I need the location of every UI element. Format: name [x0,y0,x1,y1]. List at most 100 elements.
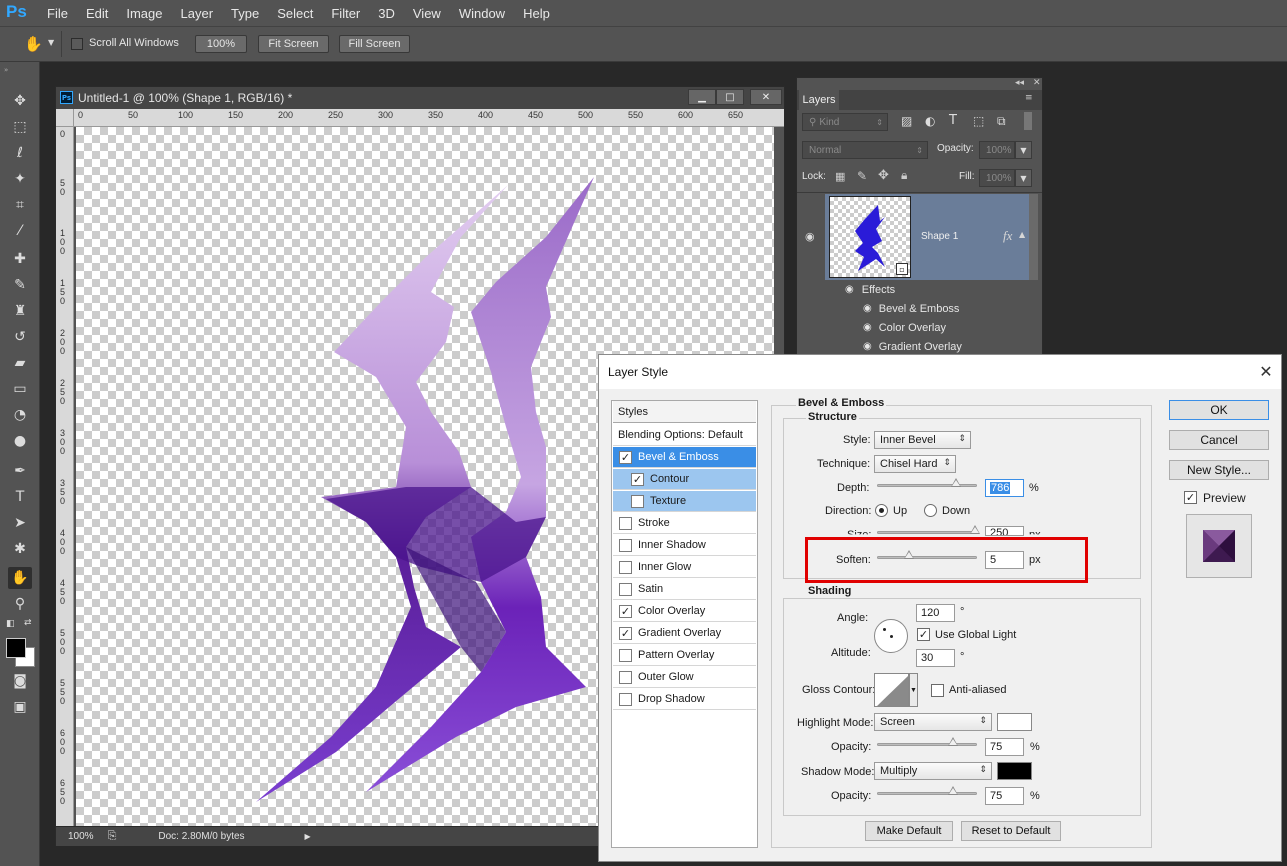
foreground-color-swatch[interactable] [6,638,26,658]
style-item-satin[interactable]: Satin [613,579,756,600]
ruler-vertical[interactable]: 0 5 0 1 0 0 1 5 0 2 0 0 2 5 0 3 0 0 3 5 … [56,127,74,827]
zoom-tool-icon[interactable]: ⚲ [8,593,32,615]
reset-to-default-button[interactable]: Reset to Default [961,821,1061,841]
direction-up-radio[interactable] [875,504,888,517]
size-slider[interactable] [877,525,980,534]
menu-edit[interactable]: Edit [77,6,117,21]
marquee-tool-icon[interactable]: ⬚ [8,116,32,138]
depth-field[interactable]: 786 [985,479,1024,497]
style-checkbox[interactable] [619,560,632,574]
layer-row-shape-1[interactable]: ▫ Shape 1 fx ▲ [825,194,1029,280]
default-colors-icon[interactable]: ◧ [6,619,15,629]
filter-type-icon[interactable]: T [949,113,957,128]
altitude-field[interactable]: 30 [916,649,955,667]
hand-tool-active-icon[interactable]: ✋ [8,567,32,589]
path-selection-tool-icon[interactable]: ➤ [8,512,32,534]
history-brush-tool-icon[interactable]: ↺ [8,326,32,348]
screen-mode-icon[interactable]: ▣ [8,696,32,718]
slider-knob[interactable] [951,478,961,487]
maximize-button[interactable]: □ [716,89,744,105]
style-item-inner-glow[interactable]: Inner Glow [613,557,756,578]
opacity-field[interactable]: 100% [979,141,1015,159]
menu-window[interactable]: Window [450,6,514,21]
menu-type[interactable]: Type [222,6,268,21]
style-checkbox[interactable]: ✓ [619,450,632,464]
shadow-color-swatch[interactable] [997,762,1032,780]
pen-tool-icon[interactable]: ✒ [8,460,32,482]
dodge-tool-icon[interactable]: ● [8,430,32,452]
swap-colors-icon[interactable]: ⇄ [24,618,32,628]
quick-mask-icon[interactable]: ◙ [8,670,32,692]
share-icon[interactable]: ⎘ [108,830,117,843]
visibility-eye-icon[interactable]: ◉ [863,322,872,333]
style-checkbox[interactable]: ✓ [619,626,632,640]
lock-all-icon[interactable]: 🔒︎ [901,168,907,183]
style-checkbox[interactable] [619,582,632,596]
styles-header[interactable]: Styles [613,401,756,423]
layers-tab[interactable]: Layers [799,90,839,110]
depth-slider[interactable] [877,478,977,487]
fill-dropdown-icon[interactable]: ▼ [1015,169,1032,187]
filter-kind-dropdown[interactable]: ⚲ Kind ⇕ [802,113,888,131]
style-checkbox[interactable]: ✓ [631,472,644,486]
hand-tool-icon[interactable]: ✋ [24,35,43,53]
custom-shape-tool-icon[interactable]: ✱ [8,538,32,560]
shadow-opacity-field[interactable]: 75 [985,787,1024,805]
minimize-button[interactable]: ▁ [688,89,716,105]
shadow-opacity-slider[interactable] [877,786,977,795]
effect-row-bevel-emboss[interactable]: ◉ Bevel & Emboss [863,299,959,318]
highlight-color-swatch[interactable] [997,713,1032,731]
visibility-eye-icon[interactable]: ◉ [863,341,872,352]
panel-collapse-icon[interactable]: ◂◂ [1015,78,1024,88]
effects-row[interactable]: ◉ Effects [845,280,895,299]
gloss-contour-dropdown-icon[interactable]: ▼ [909,673,918,707]
style-checkbox[interactable] [619,692,632,706]
style-checkbox[interactable] [619,670,632,684]
visibility-eye-icon[interactable]: ◉ [845,284,854,295]
anti-aliased-checkbox[interactable] [931,684,944,697]
close-document-button[interactable]: ✕ [750,89,782,105]
style-checkbox[interactable] [631,494,644,508]
lasso-tool-icon[interactable]: ℓ [8,142,32,164]
tool-preset-dropdown-icon[interactable]: ▼ [48,38,54,47]
style-item-drop-shadow[interactable]: Drop Shadow [613,689,756,710]
magic-wand-tool-icon[interactable]: ✦ [8,168,32,190]
style-checkbox[interactable] [619,538,632,552]
scroll-all-windows-checkbox[interactable] [71,38,83,50]
panel-menu-icon[interactable]: ≡ [1025,93,1033,103]
menu-filter[interactable]: Filter [322,6,369,21]
style-item-texture[interactable]: Texture [613,491,756,512]
ruler-horizontal[interactable]: 0 50 100 150 200 250 300 350 400 450 500… [74,109,784,127]
menu-view[interactable]: View [404,6,450,21]
angle-field[interactable]: 120 [916,604,955,622]
dialog-titlebar[interactable]: Layer Style ✕ [599,355,1281,389]
style-checkbox[interactable]: ✓ [619,604,632,618]
filter-shape-icon[interactable]: ⬚ [973,114,984,128]
effect-row-color-overlay[interactable]: ◉ Color Overlay [863,318,946,337]
filter-smart-object-icon[interactable]: ⧉ [997,114,1006,129]
visibility-eye-icon[interactable]: ◉ [863,303,872,314]
style-checkbox[interactable] [619,516,632,530]
highlight-opacity-slider[interactable] [877,737,977,746]
filter-toggle-icon[interactable] [1024,112,1032,130]
highlight-mode-dropdown[interactable]: Screen ⇕ [874,713,992,731]
layer-name[interactable]: Shape 1 [921,231,958,242]
menu-select[interactable]: Select [268,6,322,21]
menu-layer[interactable]: Layer [172,6,223,21]
style-item-contour[interactable]: ✓ Contour [613,469,756,490]
healing-brush-tool-icon[interactable]: ✚ [8,248,32,270]
opacity-dropdown-icon[interactable]: ▼ [1015,141,1032,159]
lock-position-icon[interactable]: ✥ [878,168,889,183]
collapse-icon[interactable]: » [4,66,8,74]
direction-down-radio[interactable] [924,504,937,517]
status-zoom[interactable]: 100% [68,831,94,842]
menu-3d[interactable]: 3D [369,6,404,21]
brush-tool-icon[interactable]: ✎ [8,274,32,296]
slider-knob[interactable] [948,737,958,746]
filter-adjustment-icon[interactable]: ◐ [925,114,935,128]
style-item-pattern-overlay[interactable]: Pattern Overlay [613,645,756,666]
blur-tool-icon[interactable]: ◔ [8,404,32,426]
zoom-100-button[interactable]: 100% [195,35,247,53]
slider-knob[interactable] [948,786,958,795]
preview-checkbox[interactable]: ✓ [1184,491,1197,504]
